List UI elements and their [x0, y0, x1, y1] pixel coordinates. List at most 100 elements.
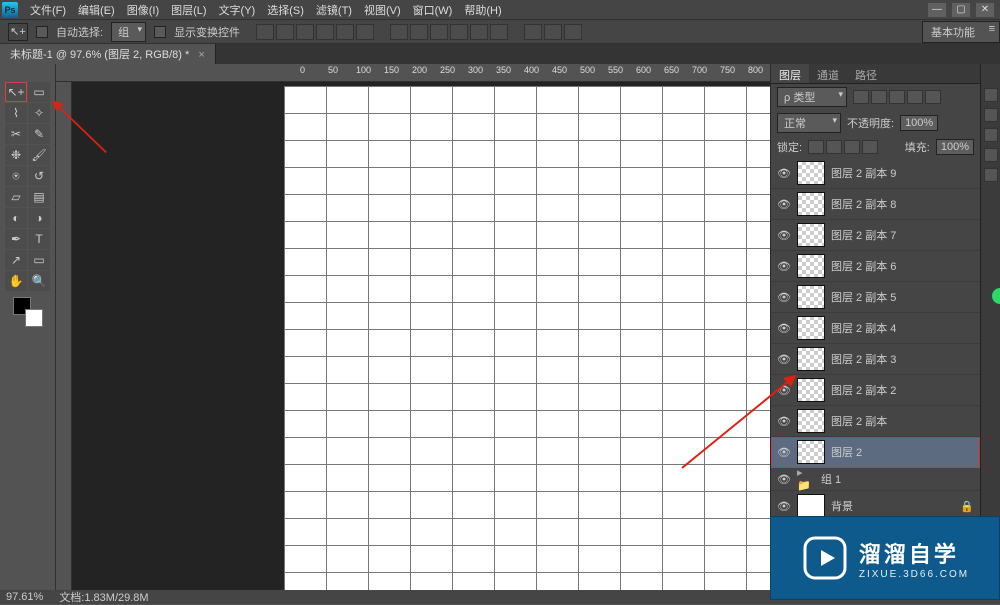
layer-row[interactable]: 👁 图层 2 副本 6 — [771, 251, 980, 282]
distribute-icon[interactable] — [470, 24, 488, 40]
crop-tool[interactable]: ✂ — [5, 124, 27, 144]
layer-row[interactable]: 👁图层 2 副本 3 — [771, 344, 980, 375]
canvas[interactable] — [284, 86, 770, 590]
background-color-icon[interactable] — [25, 309, 43, 327]
layer-thumbnail[interactable] — [797, 192, 825, 216]
layer-thumbnail[interactable] — [797, 285, 825, 309]
window-close-button[interactable]: ✕ — [976, 3, 994, 17]
arrange-icon[interactable] — [544, 24, 562, 40]
distribute-icon[interactable] — [410, 24, 428, 40]
layer-name[interactable]: 图层 2 副本 4 — [831, 320, 896, 336]
layer-thumbnail[interactable] — [797, 161, 825, 185]
distribute-icon[interactable] — [430, 24, 448, 40]
eyedropper-tool[interactable]: ✎ — [28, 124, 50, 144]
layer-kind-filter[interactable]: ρ 类型 — [777, 87, 847, 107]
layer-row[interactable]: 👁 图层 2 副本 4 — [771, 313, 980, 344]
layer-thumbnail[interactable] — [797, 223, 825, 247]
layer-thumbnail[interactable] — [797, 378, 825, 402]
filter-smart-icon[interactable] — [925, 90, 941, 104]
filter-type-icon[interactable] — [889, 90, 905, 104]
show-transform-checkbox[interactable] — [154, 26, 166, 38]
menu-layer[interactable]: 图层(L) — [165, 0, 212, 20]
layer-name[interactable]: 图层 2 副本 7 — [831, 227, 896, 243]
zoom-readout[interactable]: 97.61% — [6, 591, 43, 603]
gradient-tool[interactable]: ▤ — [28, 187, 50, 207]
menu-window[interactable]: 窗口(W) — [407, 0, 459, 20]
lock-transparent-icon[interactable] — [808, 140, 824, 154]
layer-name[interactable]: 图层 2 副本 9 — [831, 165, 896, 181]
layer-name[interactable]: 背景 — [831, 498, 853, 514]
menu-filter[interactable]: 滤镜(T) — [310, 0, 358, 20]
auto-select-dropdown[interactable]: 组 — [111, 22, 146, 42]
distribute-icon[interactable] — [450, 24, 468, 40]
layer-row[interactable]: 👁 图层 2 副本 9 — [771, 158, 980, 189]
zoom-tool[interactable]: 🔍 — [28, 271, 50, 291]
align-icon[interactable] — [296, 24, 314, 40]
layer-thumbnail[interactable] — [797, 409, 825, 433]
layer-name[interactable]: 图层 2 副本 2 — [831, 382, 896, 398]
distribute-icon[interactable] — [390, 24, 408, 40]
visibility-eye-icon[interactable]: 👁 — [777, 229, 791, 242]
path-select-tool[interactable]: ↗ — [5, 250, 27, 270]
color-swatches[interactable] — [13, 297, 43, 327]
align-icon[interactable] — [256, 24, 274, 40]
type-tool[interactable]: T — [28, 229, 50, 249]
tab-channels[interactable]: 通道 — [809, 64, 847, 83]
pen-tool[interactable]: ✒ — [5, 229, 27, 249]
layer-row[interactable]: 👁图层 2 — [771, 437, 980, 468]
visibility-eye-icon[interactable]: 👁 — [777, 291, 791, 304]
history-brush-tool[interactable]: ↺ — [28, 166, 50, 186]
dock-icon[interactable] — [984, 168, 998, 182]
arrange-icon[interactable] — [524, 24, 542, 40]
visibility-eye-icon[interactable]: 👁 — [777, 500, 791, 513]
move-tool[interactable]: ↖+ — [5, 82, 27, 102]
layer-row[interactable]: 👁 图层 2 副本 7 — [771, 220, 980, 251]
visibility-eye-icon[interactable]: 👁 — [777, 473, 791, 486]
workspace-switcher[interactable]: 基本功能 — [922, 21, 1000, 43]
align-icon[interactable] — [316, 24, 334, 40]
opacity-value[interactable]: 100% — [900, 115, 938, 131]
layer-name[interactable]: 图层 2 副本 5 — [831, 289, 896, 305]
layer-name[interactable]: 图层 2 副本 — [831, 413, 887, 429]
heal-tool[interactable]: ❉ — [5, 145, 27, 165]
close-tab-icon[interactable]: × — [198, 49, 204, 61]
blend-mode-dropdown[interactable]: 正常 — [777, 113, 841, 133]
layer-thumbnail[interactable] — [797, 494, 825, 518]
distribute-icon[interactable] — [490, 24, 508, 40]
shape-tool[interactable]: ▭ — [28, 250, 50, 270]
visibility-eye-icon[interactable]: 👁 — [777, 167, 791, 180]
dock-icon[interactable] — [984, 88, 998, 102]
arrange-icon[interactable] — [564, 24, 582, 40]
wand-tool[interactable]: ✧ — [28, 103, 50, 123]
fill-value[interactable]: 100% — [936, 139, 974, 155]
align-icon[interactable] — [336, 24, 354, 40]
filter-pixel-icon[interactable] — [853, 90, 869, 104]
dock-icon[interactable] — [984, 108, 998, 122]
brush-tool[interactable]: 🖌 — [28, 145, 50, 165]
filter-shape-icon[interactable] — [907, 90, 923, 104]
tab-layers[interactable]: 图层 — [771, 64, 809, 83]
layer-row[interactable]: 👁▸ 📁组 1 — [771, 468, 980, 491]
visibility-eye-icon[interactable]: 👁 — [777, 260, 791, 273]
menu-type[interactable]: 文字(Y) — [213, 0, 262, 20]
layer-name[interactable]: 图层 2 副本 8 — [831, 196, 896, 212]
dock-icon[interactable] — [984, 128, 998, 142]
lock-position-icon[interactable] — [844, 140, 860, 154]
layer-name[interactable]: 图层 2 副本 6 — [831, 258, 896, 274]
eraser-tool[interactable]: ▱ — [5, 187, 27, 207]
layer-name[interactable]: 组 1 — [821, 471, 841, 487]
canvas-viewport[interactable] — [56, 82, 770, 590]
layer-name[interactable]: 图层 2 — [831, 444, 862, 460]
doc-info-readout[interactable]: 文档:1.83M/29.8M — [59, 589, 148, 605]
menu-help[interactable]: 帮助(H) — [458, 0, 507, 20]
hand-tool[interactable]: ✋ — [5, 271, 27, 291]
layer-thumbnail[interactable] — [797, 347, 825, 371]
align-icon[interactable] — [356, 24, 374, 40]
visibility-eye-icon[interactable]: 👁 — [777, 322, 791, 335]
lock-pixels-icon[interactable] — [826, 140, 842, 154]
layer-thumbnail[interactable] — [797, 254, 825, 278]
layer-thumbnail[interactable] — [797, 316, 825, 340]
menu-edit[interactable]: 编辑(E) — [72, 0, 121, 20]
tab-paths[interactable]: 路径 — [847, 64, 885, 83]
layer-row[interactable]: 👁 图层 2 副本 5 — [771, 282, 980, 313]
